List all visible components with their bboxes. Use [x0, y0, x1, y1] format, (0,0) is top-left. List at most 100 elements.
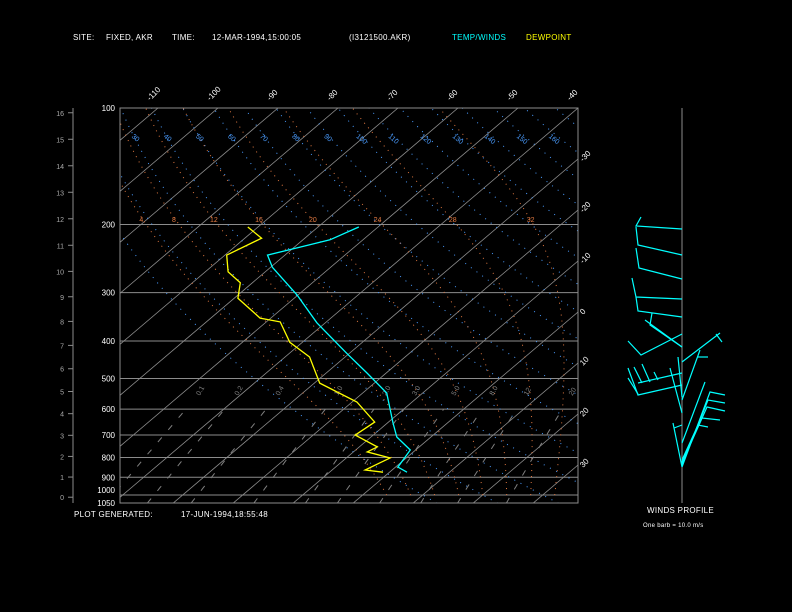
height-label: 9 [60, 295, 64, 302]
isotherm [593, 108, 792, 503]
isotherm-top-label: -40 [565, 87, 580, 102]
skew-t-diagram: 10020030040050060070080090010001050-110-… [56, 84, 792, 508]
dry-adiabat [151, 108, 578, 484]
isotherm-right-label: 30 [578, 456, 591, 469]
dry-adiabat-label: 130 [451, 133, 465, 146]
dry-adiabat [275, 108, 578, 368]
dry-adiabat [120, 108, 559, 503]
mixing-ratio-line [379, 408, 445, 503]
dry-adiabat [182, 108, 578, 454]
isotherm [472, 413, 578, 503]
wind-barb [681, 391, 726, 468]
plot-generated-value: 17-JUN-1994,18:55:48 [181, 510, 268, 519]
winds-profile-title: WINDS PROFILE [647, 506, 715, 515]
dry-adiabat-label: 70 [258, 133, 269, 143]
dry-adiabat-label: 30 [130, 133, 141, 143]
pressure-label: 400 [102, 337, 116, 346]
isotherm [120, 108, 279, 243]
pressure-label: 300 [102, 289, 116, 298]
isotherm-top-label: -100 [205, 84, 223, 102]
height-label: 12 [56, 217, 64, 224]
height-label: 0 [60, 495, 64, 502]
pressure-label: 600 [102, 405, 116, 414]
isotherm-top-label: -110 [145, 85, 163, 103]
isotherm [292, 260, 578, 503]
dry-adiabat [618, 108, 792, 503]
wind-barb [633, 366, 643, 384]
mixing-ratio-label: 0.4 [275, 385, 286, 397]
isotherm-right-label: -30 [578, 148, 593, 163]
pressure-label: 200 [102, 220, 116, 229]
isotherm [532, 464, 578, 503]
moist-adiabat-label: 24 [374, 217, 382, 224]
isotherm [120, 108, 339, 294]
isotherm-right-label: 20 [578, 405, 591, 418]
wind-barb [631, 277, 683, 300]
dry-adiabat-label: 110 [387, 133, 400, 146]
dry-adiabat-label: 40 [162, 133, 173, 143]
moist-adiabat [120, 121, 412, 496]
height-label: 5 [60, 389, 64, 396]
pressure-label: 500 [102, 375, 116, 384]
isotherm-top-label: -70 [385, 87, 400, 102]
isotherm [412, 362, 578, 503]
dry-adiabat-label: 160 [547, 133, 561, 146]
dry-adiabat [649, 108, 792, 503]
pressure-label: 900 [102, 473, 116, 482]
wind-barb [677, 356, 683, 398]
plot-generated-label: PLOT GENERATED: [74, 510, 153, 519]
moist-adiabat-label: 8 [172, 217, 176, 224]
isotherm [352, 311, 578, 503]
wind-barb [681, 332, 721, 363]
dry-adiabat [523, 108, 578, 154]
file-name: (I3121500.AKR) [349, 33, 411, 42]
legend-temp-winds: TEMP/WINDS [452, 33, 507, 42]
dry-adiabat-label: 150 [515, 133, 529, 146]
height-label: 8 [60, 319, 64, 326]
wind-barb [672, 422, 683, 468]
mixing-ratio-line [457, 408, 518, 503]
wind-barbs [627, 108, 726, 503]
height-label: 1 [60, 475, 64, 482]
dry-adiabat [492, 108, 578, 180]
dry-adiabat [368, 108, 578, 285]
isotherm [172, 158, 578, 503]
mixing-ratio-label: 3.0 [411, 385, 422, 397]
height-label: 13 [56, 190, 64, 197]
legend-dewpoint: DEWPOINT [526, 33, 572, 42]
mixing-ratio-label: 12 [523, 387, 533, 397]
dry-adiabat [244, 108, 578, 396]
dry-adiabat [120, 172, 499, 503]
dry-adiabat-label: 50 [194, 133, 205, 143]
mixing-ratio-line [120, 408, 187, 488]
wind-barb [715, 333, 723, 343]
moist-adiabat-label: 16 [255, 217, 263, 224]
wind-barb [681, 349, 701, 401]
barb-scale-note: One barb = 10.0 m/s [643, 523, 704, 529]
dry-adiabat-label: 60 [226, 133, 237, 143]
dry-adiabat [461, 108, 578, 206]
wind-barb [635, 247, 683, 280]
moist-adiabat-label: 28 [449, 217, 457, 224]
dry-adiabat [306, 108, 578, 340]
wind-barb [673, 424, 683, 429]
wind-barb [627, 333, 683, 356]
time-value: 12-MAR-1994,15:00:05 [212, 33, 302, 42]
height-label: 3 [60, 433, 64, 440]
mixing-ratio-label: 0.1 [195, 385, 206, 397]
height-axis: 012345678910111213141516 [56, 108, 74, 503]
dry-adiabat [711, 108, 792, 503]
dry-adiabat [213, 108, 578, 425]
mixing-ratio-label: 5.0 [451, 385, 462, 397]
dry-adiabat [120, 232, 438, 503]
dry-adiabat [430, 108, 578, 232]
wind-barb [681, 417, 721, 463]
moist-adiabat-label: 12 [210, 217, 218, 224]
mixing-ratio-line [336, 408, 405, 503]
wind-barb [681, 406, 726, 464]
height-label: 7 [60, 343, 64, 350]
moist-adiabat [352, 108, 533, 495]
wind-barb [635, 216, 683, 230]
mixing-ratio-line [505, 408, 563, 503]
dry-adiabat [680, 108, 792, 503]
